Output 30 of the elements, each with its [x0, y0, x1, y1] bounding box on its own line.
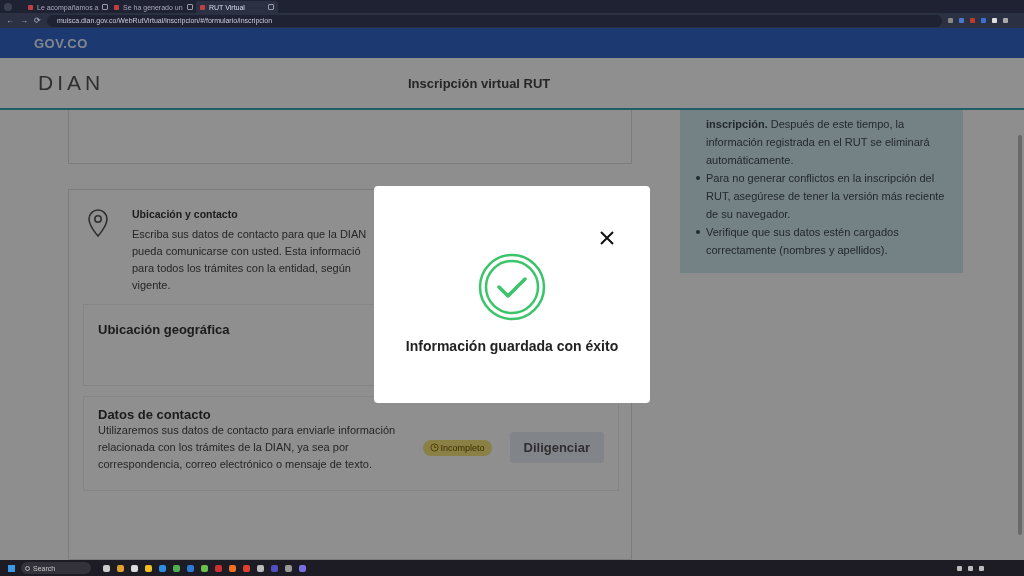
info-text: Para no generar conflictos en la inscripción del RUT, asegúrese de tener la versión más reciente de su navegador. [706, 171, 946, 222]
favicon-icon [114, 4, 119, 10]
geo-title: Ubicación geográfica [98, 322, 231, 337]
info-text: inscripción. Después de este tiempo, la información registrada en el RUT se eliminará automáticamente. [706, 117, 931, 168]
badge-label: Incompleto [440, 442, 485, 453]
dialog-message: Información guardada con éxito [405, 338, 619, 354]
favicon-icon [28, 4, 33, 10]
location-pin-icon [86, 208, 110, 238]
text-line: vigente. [132, 278, 171, 293]
dian-logo: DIAN [38, 71, 106, 95]
text-line: para todos los trámites con la entidad, según [132, 261, 351, 276]
scrollbar[interactable] [1018, 135, 1022, 535]
start-icon[interactable] [8, 564, 15, 572]
text-line: Escriba sus datos de contacto para que la DIAN [132, 227, 367, 242]
bullet-icon [696, 176, 700, 180]
check-circle-icon [478, 253, 546, 321]
favicon-icon [200, 4, 205, 10]
contact-description: Utilizaremos sus datos de contacto para enviarle información relacionada con los trámites de la DIAN, ya sea por correspondencia, correo electrónico o mensaje de texto. [98, 423, 397, 472]
bullet-icon [696, 230, 700, 234]
back-icon[interactable]: ← [6, 16, 14, 25]
text-line: pueda comunicarse con usted. Esta informació [132, 244, 361, 259]
forward-icon[interactable]: → [20, 16, 28, 25]
reload-icon[interactable]: ⟳ [34, 16, 41, 25]
gov-logo: GOV.CO [34, 35, 88, 51]
clock-icon [429, 443, 439, 452]
fill-button[interactable]: Diligenciar [509, 432, 604, 463]
contact-title: Datos de contacto [98, 407, 212, 422]
section-title: Ubicación y contacto [132, 208, 239, 220]
page-title: Inscripción virtual RUT [408, 75, 551, 91]
info-text: Verifique que sus datos estén cargados correctamente (nombres y apellidos). [706, 225, 900, 258]
